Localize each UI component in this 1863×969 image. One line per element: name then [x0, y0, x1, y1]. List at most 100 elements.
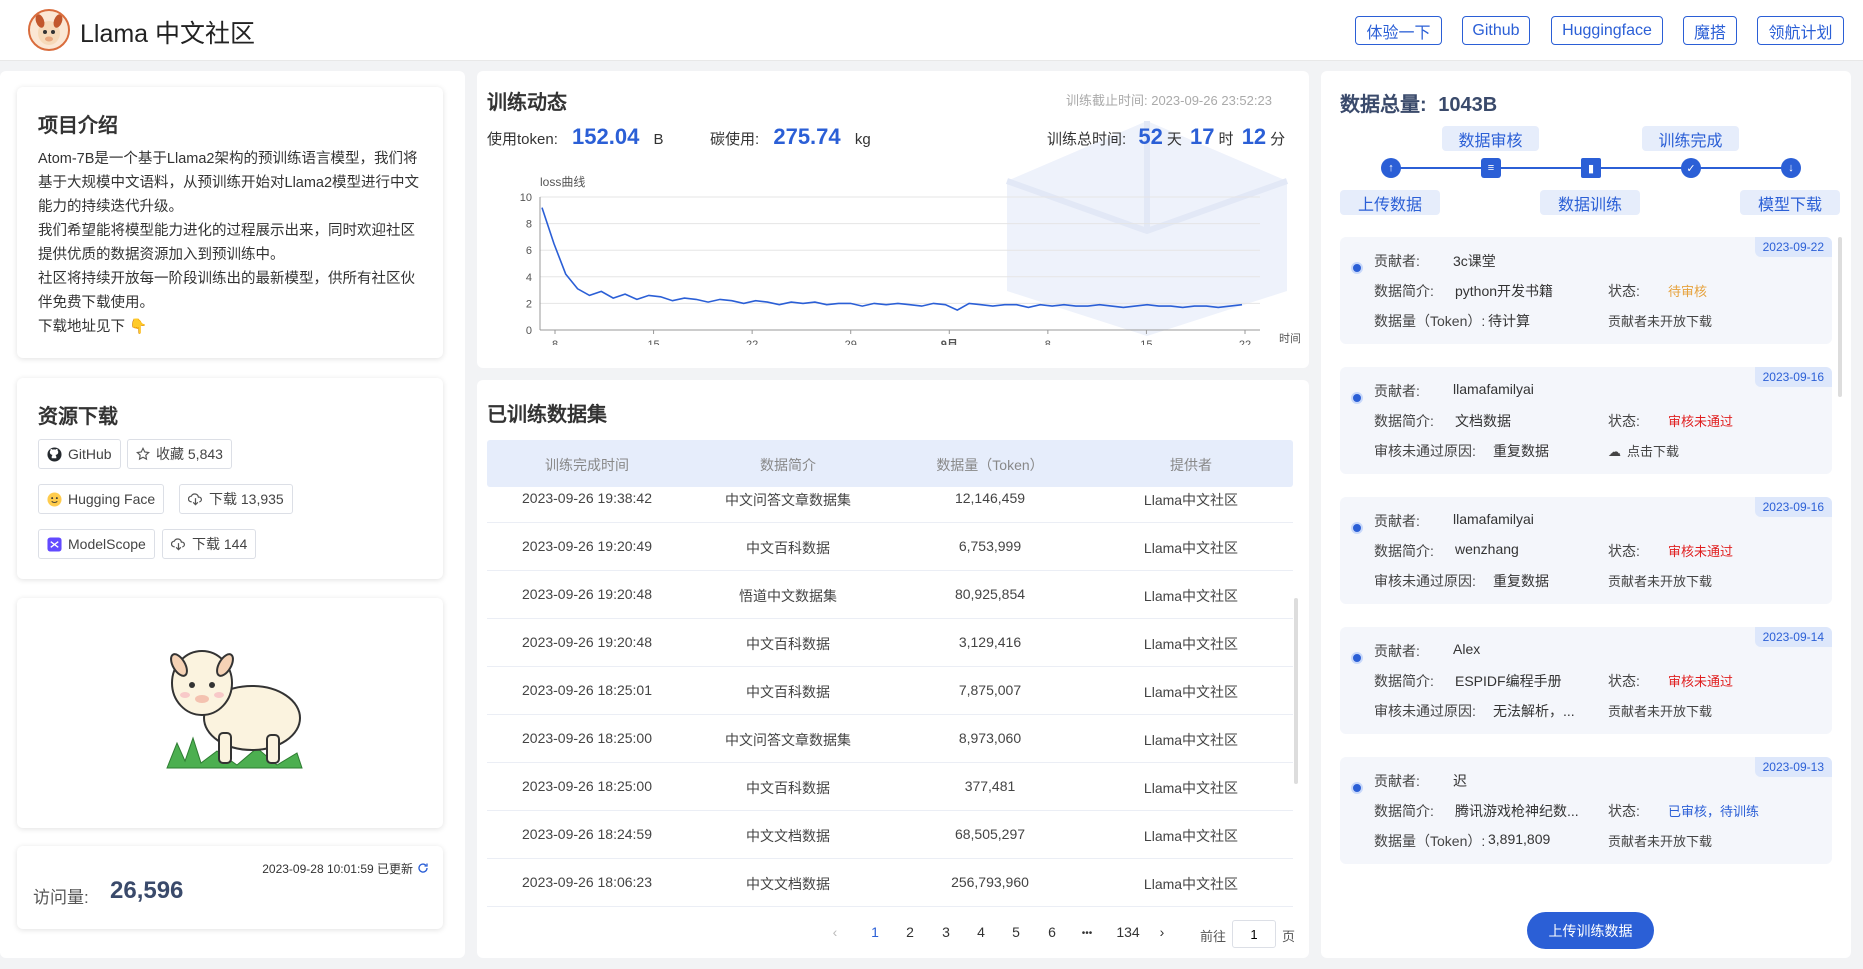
page-6[interactable]: 6	[1042, 924, 1062, 940]
table-scrollbar[interactable]	[1294, 598, 1298, 784]
modelscope-link[interactable]: ModelScope	[38, 529, 155, 559]
desc-value: 腾讯游戏枪神纪数...	[1455, 803, 1579, 819]
goto-label: 前往	[1200, 929, 1227, 944]
table-row[interactable]: 2023-09-26 18:25:00 中文百科数据 377,481 Llama中文社…	[487, 763, 1293, 811]
status-badge: 待审核	[1668, 284, 1708, 299]
x-tick-label: 22	[746, 339, 758, 345]
contributor-name: Alex	[1453, 641, 1481, 657]
row-time: 2023-09-26 18:06:23	[522, 874, 652, 890]
row-tokens: 377,481	[964, 778, 1016, 794]
github-star-label: 收藏 5,843	[156, 446, 223, 462]
table-row[interactable]: 2023-09-26 18:06:23 中文文档数据 256,793,960 Llam…	[487, 859, 1293, 907]
nav-github-button[interactable]: Github	[1462, 16, 1530, 45]
y-tick-label: 10	[520, 192, 532, 204]
third-value: 重复数据	[1493, 573, 1549, 589]
visits-updated-time: 2023-09-28 10:01:59 已更新	[262, 862, 413, 876]
third-label: 审核未通过原因:	[1374, 573, 1476, 589]
carbon-label: 碳使用:	[710, 131, 760, 148]
table-row[interactable]: 2023-09-26 19:38:42 中文问答文章数据集 12,146,459 Ll…	[487, 487, 1293, 523]
row-provider: Llama中文社区	[1143, 540, 1239, 556]
step-upload-data: 上传数据	[1340, 190, 1440, 215]
loss-series-line	[541, 207, 1243, 311]
bar-chart-icon: ▮	[1581, 158, 1601, 178]
modelscope-download-count[interactable]: 下载 144	[162, 529, 257, 559]
token-value: 152.04	[572, 124, 640, 149]
next-page-icon[interactable]: ›	[1152, 924, 1172, 940]
row-provider: Llama中文社区	[1143, 684, 1239, 700]
status-label: 状态:	[1608, 803, 1640, 819]
download-unavailable: 贡献者未开放下载	[1608, 314, 1713, 329]
table-row[interactable]: 2023-09-26 19:20:49 中文百科数据 6,753,999 Llama中…	[487, 523, 1293, 571]
nav-huggingface-button[interactable]: Huggingface	[1551, 16, 1663, 45]
row-time: 2023-09-26 19:20:48	[522, 586, 652, 602]
nav-modelscope-button[interactable]: 魔搭	[1683, 16, 1737, 45]
y-tick-label: 8	[526, 219, 532, 231]
x-tick-label: 29	[845, 339, 857, 345]
star-icon	[136, 447, 150, 461]
row-provider: Llama中文社区	[1143, 876, 1239, 892]
row-desc: 中文百科数据	[746, 636, 830, 652]
resources-title: 资源下载	[38, 406, 118, 428]
site-title[interactable]: Llama 中文社区	[80, 14, 255, 50]
check-icon: ✓	[1681, 158, 1701, 178]
cloud-download-icon	[188, 492, 203, 506]
intro-paragraph: 社区将持续开放每一阶段训练出的最新模型，供所有社区伙伴免费下载使用。	[38, 271, 415, 311]
datasets-table-body[interactable]: 2023-09-26 19:38:42 中文问答文章数据集 12,146,459 Ll…	[487, 487, 1293, 907]
huggingface-download-count[interactable]: 下载 13,935	[179, 484, 293, 514]
table-row[interactable]: 2023-09-26 18:25:00 中文问答文章数据集 8,973,060 Lla…	[487, 715, 1293, 763]
desc-label: 数据简介:	[1374, 673, 1434, 689]
table-row[interactable]: 2023-09-26 19:20:48 悟道中文数据集 80,925,854 Llam…	[487, 571, 1293, 619]
page-last[interactable]: 134	[1113, 924, 1143, 940]
y-tick-label: 2	[526, 298, 532, 310]
refresh-icon[interactable]	[417, 862, 429, 874]
col-header-time: 训练完成时间	[545, 457, 629, 473]
github-link[interactable]: GitHub	[38, 439, 121, 469]
contributor-name: 3c课堂	[1453, 253, 1496, 269]
upload-training-data-button[interactable]: 上传训练数据	[1527, 912, 1654, 949]
training-time-stat: 训练总时间: 52 天 17 时 12 分	[1047, 124, 1285, 150]
nav-pilot-plan-button[interactable]: 领航计划	[1757, 16, 1844, 45]
download-link[interactable]: ☁ 点击下载	[1608, 441, 1679, 460]
contrib-scrollbar[interactable]	[1838, 237, 1842, 397]
table-row[interactable]: 2023-09-26 19:20:48 中文百科数据 3,129,416 Llama中…	[487, 619, 1293, 667]
carbon-value: 275.74	[773, 124, 841, 149]
col-header-tokens: 数据量（Token）	[936, 457, 1044, 473]
page-1[interactable]: 1	[865, 924, 885, 940]
huggingface-label: Hugging Face	[68, 491, 156, 507]
page-5[interactable]: 5	[1006, 924, 1026, 940]
desc-label: 数据简介:	[1374, 803, 1434, 819]
visits-card: 2023-09-28 10:01:59 已更新 访问量: 26,596	[17, 846, 443, 929]
row-desc: 中文百科数据	[746, 540, 830, 556]
nav-try-button[interactable]: 体验一下	[1355, 16, 1442, 45]
contributor-label: 贡献者:	[1374, 383, 1420, 399]
row-desc: 中文文档数据	[746, 876, 830, 892]
row-tokens: 256,793,960	[951, 874, 1029, 890]
token-label: 使用token:	[487, 131, 558, 148]
data-total-label: 数据总量:	[1340, 94, 1427, 116]
training-title: 训练动态	[487, 92, 567, 114]
llama-logo	[28, 9, 70, 51]
status-label: 状态:	[1608, 283, 1640, 299]
contributor-name: 迟	[1453, 773, 1467, 789]
goto-page-input[interactable]	[1232, 920, 1276, 948]
page-3[interactable]: 3	[936, 924, 956, 940]
training-time-label: 训练总时间:	[1047, 131, 1127, 148]
prev-page-icon[interactable]: ‹	[825, 924, 845, 940]
table-row[interactable]: 2023-09-26 18:25:01 中文百科数据 7,875,007 Llama中…	[487, 667, 1293, 715]
github-star-count[interactable]: 收藏 5,843	[127, 439, 232, 469]
token-unit: B	[653, 131, 664, 148]
llama-mascot-illustration	[166, 650, 303, 769]
third-value: 3,891,809	[1488, 831, 1551, 847]
page-4[interactable]: 4	[971, 924, 991, 940]
hours-unit: 时	[1218, 131, 1234, 148]
desc-label: 数据简介:	[1374, 543, 1434, 559]
page-ellipsis[interactable]: •••	[1077, 928, 1097, 939]
huggingface-link[interactable]: Hugging Face	[38, 484, 165, 514]
minutes-unit: 分	[1270, 131, 1286, 148]
intro-paragraph: Atom-7B是一个基于Llama2架构的预训练语言模型，我们将基于大规模中文语…	[38, 151, 420, 215]
page-2[interactable]: 2	[900, 924, 920, 940]
intro-paragraph: 我们希望能将模型能力进化的过程展示出来，同时欢迎社区提供优质的数据资源加入到预训…	[38, 223, 415, 263]
table-row[interactable]: 2023-09-26 18:24:59 中文文档数据 68,505,297 Llama…	[487, 811, 1293, 859]
desc-value: ESPIDF编程手册	[1455, 673, 1562, 689]
x-axis-label: 时间	[1279, 332, 1300, 345]
